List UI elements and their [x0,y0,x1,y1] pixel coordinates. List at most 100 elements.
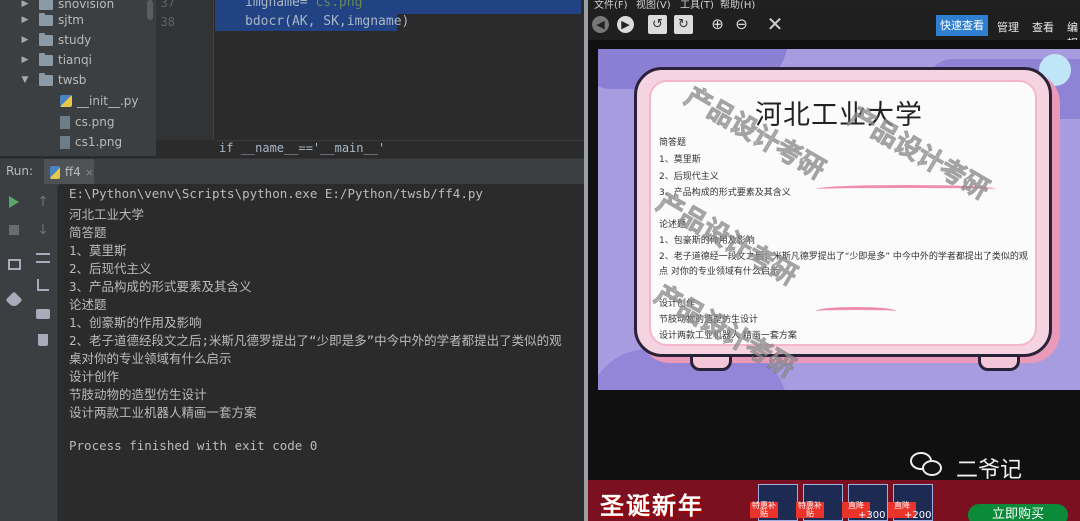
run-tab-ff4[interactable]: ff4 × [44,159,94,185]
console-line: 节肢动物的造型仿生设计 [69,387,207,402]
manage-link[interactable]: 管理 [997,19,1019,35]
promo-amount: +300 [858,510,886,521]
rotate-left-button[interactable]: ↺ [648,15,667,34]
console-line: 2、老子道德经段文之后;米斯凡德罗提出了“少即是多”中今中外的学者都提出了类似的… [69,333,562,348]
buy-now-button[interactable]: 立即购买 [968,504,1068,521]
code-token: imgname= [245,0,308,10]
rotate-right-button[interactable]: ↻ [674,15,693,34]
decor-squiggle [816,307,896,315]
soft-wrap-button[interactable] [35,250,51,266]
slide-line: 简答题 [659,138,687,148]
zoom-out-button[interactable]: ⊖ [732,15,751,34]
pin-button[interactable] [5,291,23,309]
image-file-icon [60,115,70,129]
tree-item-study[interactable]: ▶ study [20,30,91,50]
forward-button[interactable]: ▶ [617,16,634,33]
expand-arrow-icon[interactable]: ▶ [20,55,30,65]
folder-icon [39,72,53,86]
back-button[interactable]: ◀ [592,16,609,33]
code-editor[interactable]: imgname='cs.png' bdocr(AK, SK,imgname) [215,0,584,140]
menu-view[interactable]: 视图(V) [636,0,671,9]
menu-tools[interactable]: 工具(T) [680,0,714,9]
tree-item-cs-png[interactable]: cs.png [60,112,115,132]
zoom-in-icon: ⊕ [711,15,724,33]
python-file-icon [60,95,72,107]
quick-view-button[interactable]: 快速查看 [936,15,988,36]
stop-button[interactable] [6,222,22,238]
print-button[interactable] [35,306,51,322]
console-line: 1、创豪斯的作用及影响 [69,315,202,330]
arrow-left-icon: ◀ [596,18,605,31]
tree-item-label: sjtm [58,13,84,27]
tree-item-label: tianqi [58,53,92,67]
tree-item-sjtm[interactable]: ▶ sjtm [20,10,84,30]
scroll-to-end-icon [37,279,49,291]
tree-scrollbar[interactable] [147,0,153,20]
image-viewer-window: 文件(F) 视图(V) 工具(T) 帮助(H) ◀ ▶ ↺ ↻ ⊕ ⊖ ✕ 快速… [588,0,1080,521]
menu-file[interactable]: 文件(F) [594,0,628,9]
arrow-up-icon: ↑ [37,194,49,210]
slide-title: 河北工业大学 [755,100,923,131]
console-line: 3、产品构成的形式要素及其含义 [69,279,252,294]
wechat-account: 二爷记 [910,450,1080,483]
tree-item-cs1-png[interactable]: cs1.png [60,132,122,152]
tree-item-label: cs.png [75,115,115,129]
arrow-right-icon: ▶ [621,18,630,31]
wechat-icon [910,452,944,478]
menu-help[interactable]: 帮助(H) [720,0,755,9]
expand-arrow-icon[interactable]: ▶ [20,35,30,45]
console-line: 简答题 [69,225,107,240]
image-file-icon [60,135,70,149]
promo-headline: 圣诞新年 [600,492,704,520]
expand-arrow-icon[interactable]: ▶ [20,0,30,9]
layout-icon [7,258,21,270]
folder-icon [39,52,53,66]
clear-button[interactable] [35,332,51,348]
console-output[interactable]: E:\Python\venv\Scripts\python.exe E:/Pyt… [59,184,584,521]
tree-item-init-py[interactable]: __init__.py [60,91,139,111]
folder-icon [39,32,53,46]
promo-tag: 特惠补贴 [750,501,778,518]
line-gutter: 37 38 [156,0,214,140]
code-line-37: imgname='cs.png' [245,0,370,10]
slide-line: 2、后现代主义 [659,172,719,182]
tree-item-label: study [58,33,92,47]
play-icon [9,196,19,208]
promo-banner[interactable]: 圣诞新年 特惠补贴 特惠补贴 直降 直降 +300 +200 立即购买 [588,480,1080,521]
line-number: 38 [160,15,175,29]
folder-icon [39,0,53,10]
run-tool-header: Run: ff4 × [0,158,584,185]
view-link[interactable]: 查看 [1032,19,1054,35]
zoom-out-icon: ⊖ [735,15,748,33]
console-line: 论述题 [69,297,107,312]
code-line-38: bdocr(AK, SK,imgname) [245,14,410,29]
close-image-button[interactable]: ✕ [764,13,786,35]
stop-icon [9,225,19,235]
expand-arrow-icon[interactable]: ▶ [20,15,30,25]
rotate-right-icon: ↻ [678,17,689,32]
scroll-up-button[interactable]: ↑ [35,194,51,210]
breadcrumb-bar: if __name__=='__main__' [215,140,584,156]
print-icon [36,309,50,319]
collapse-arrow-icon[interactable]: ▼ [20,75,30,85]
displayed-image: 河北工业大学 简答题 1、莫里斯 2、后现代主义 3、产品构成的形式要素及其含义… [598,49,1080,390]
python-file-icon [50,165,60,179]
process-exit-line: Process finished with exit code 0 [69,438,318,453]
console-line: 1、莫里斯 [69,243,127,258]
rotate-left-icon: ↺ [652,17,663,32]
console-toolbar: ↑ ↓ [28,184,58,521]
tree-item-twsb[interactable]: ▼ twsb [20,70,86,90]
ide-window: ▶ snovision ▶ sjtm ▶ study ▶ tianqi ▼ tw… [0,0,584,521]
tree-item-tianqi[interactable]: ▶ tianqi [20,50,92,70]
layout-button[interactable] [6,256,22,272]
close-tab-icon[interactable]: × [85,166,94,179]
viewer-toolbar: ◀ ▶ ↺ ↻ ⊕ ⊖ ✕ 快速查看 管理 查看 编辑 [588,9,1080,50]
breadcrumb[interactable]: if __name__=='__main__' [219,141,385,155]
run-tab-label: ff4 [64,165,81,179]
zoom-in-button[interactable]: ⊕ [708,15,727,34]
scroll-down-button[interactable]: ↓ [35,222,51,238]
run-toolbar [0,184,28,521]
scroll-to-end-button[interactable] [35,277,51,293]
slide-line: 1、莫里斯 [659,155,701,165]
rerun-button[interactable] [6,194,22,210]
